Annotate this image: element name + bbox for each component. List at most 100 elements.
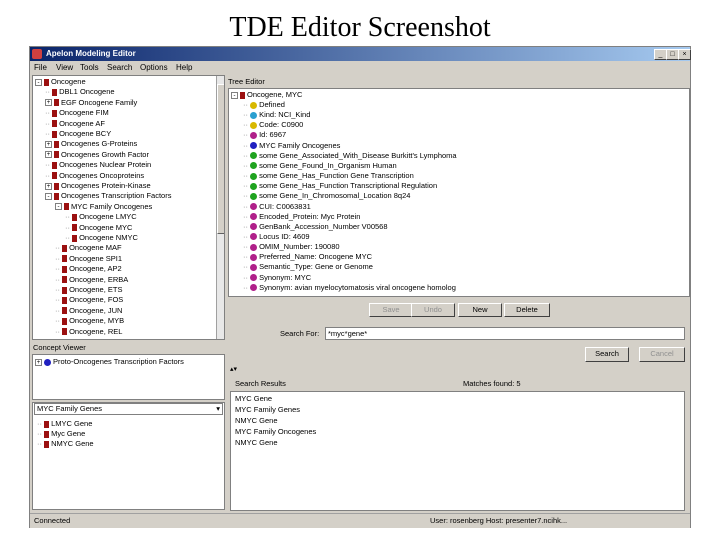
search-result-item[interactable]: NMYC Gene <box>235 438 278 448</box>
tree-editor-item[interactable]: ·· Defined <box>243 100 285 110</box>
tree-item[interactable]: ·· Oncogene, MYB <box>55 316 124 326</box>
tree-item[interactable]: ·· Oncogene, AP2 <box>55 264 122 274</box>
tree-item[interactable]: ·· Oncogene, FOS <box>55 295 123 305</box>
tree-editor-item[interactable]: ·· Id: 6967 <box>243 130 286 140</box>
tree-connector-icon: ·· <box>55 253 63 263</box>
tree-item[interactable]: ·· Oncogene, REL <box>55 327 122 337</box>
new-button[interactable]: New <box>458 303 502 317</box>
cancel-button[interactable]: Cancel <box>639 347 685 362</box>
tree-editor-item[interactable]: ·· some Gene_Associated_With_Disease Bur… <box>243 151 457 161</box>
collapse-icon[interactable]: - <box>231 91 238 99</box>
expand-icon[interactable]: + <box>45 99 52 107</box>
tree-item[interactable]: ·· Oncogene, JUN <box>55 306 122 316</box>
tree-editor-item[interactable]: ·· Locus ID: 4609 <box>243 232 310 242</box>
search-result-item[interactable]: MYC Family Genes <box>235 405 300 415</box>
collapse-icon[interactable]: - <box>35 78 42 86</box>
family-list-item[interactable]: ·· NMYC Gene <box>37 439 94 449</box>
tree-item[interactable]: ·· Oncogene, ERBA <box>55 275 128 285</box>
menu-search[interactable]: Search <box>107 63 132 73</box>
menu-tools[interactable]: Tools <box>80 63 99 73</box>
tree-editor-item[interactable]: ·· some Gene_Has_Function Transcriptiona… <box>243 181 437 191</box>
tree-editor-item[interactable]: ·· Semantic_Type: Gene or Genome <box>243 262 373 272</box>
chevron-down-icon[interactable]: ▾ <box>216 404 220 414</box>
tree-item[interactable]: ·· Oncogene LMYC <box>65 212 137 222</box>
tree-editor-item[interactable]: ·· Preferred_Name: Oncogene MYC <box>243 252 372 262</box>
tree-item[interactable]: ·· DBL1 Oncogene <box>45 87 115 97</box>
tree-item[interactable]: ·· Oncogene MYC <box>65 223 132 233</box>
tree-editor-item-label: some Gene_Found_In_Organism Human <box>259 160 397 170</box>
tree-item[interactable]: ·· Oncogenes Oncoproteins <box>45 171 144 181</box>
tree-editor-item[interactable]: ·· some Gene_Found_In_Organism Human <box>243 161 397 171</box>
tree-item[interactable]: ·· Oncogene AF <box>45 119 105 129</box>
tree-editor[interactable]: - Oncogene, MYC ·· Defined ·· Kind: NCI_Ki… <box>228 88 690 297</box>
tree-editor-item[interactable]: ·· some Gene_Has_Function Gene Transcrip… <box>243 171 414 181</box>
close-button[interactable]: × <box>678 49 691 60</box>
tree-item[interactable]: - Oncogenes Transcription Factors <box>45 191 171 201</box>
tree-item[interactable]: ·· Oncogene MAF <box>55 243 122 253</box>
expand-icon[interactable]: + <box>45 140 52 148</box>
tree-editor-item[interactable]: ·· Synonym: MYC <box>243 273 311 283</box>
save-button[interactable]: Save <box>369 303 413 317</box>
collapse-icon[interactable]: + <box>35 358 42 366</box>
tree-editor-item[interactable]: ·· Kind: NCI_Kind <box>243 110 310 120</box>
tree-scroll-thumb[interactable] <box>217 84 224 234</box>
collapse-icon[interactable]: - <box>45 192 52 200</box>
property-icon <box>250 243 258 251</box>
tree-editor-item[interactable]: ·· OMIM_Number: 190080 <box>243 242 340 252</box>
tree-editor-item[interactable]: ·· Synonym: avian myelocytomatosis viral… <box>243 283 456 293</box>
tree-item[interactable]: ·· Oncogene FIM <box>45 108 109 118</box>
tree-connector-icon: ·· <box>37 439 45 448</box>
expand-icon[interactable]: + <box>45 151 52 159</box>
tree-connector-icon: ·· <box>45 118 53 128</box>
family-select[interactable]: MYC Family Genes ▾ <box>34 403 223 415</box>
search-results[interactable]: MYC Gene MYC Family Genes NMYC Gene MYC Fam… <box>230 391 685 511</box>
tree-editor-item[interactable]: ·· GenBank_Accession_Number V00568 <box>243 222 388 232</box>
delete-button[interactable]: Delete <box>504 303 550 317</box>
tree-item[interactable]: ·· Oncogenes Nuclear Protein <box>45 160 151 170</box>
tree-item[interactable]: - MYC Family Oncogenes <box>55 202 152 212</box>
folder-icon <box>52 130 58 138</box>
tree-item[interactable]: ·· Oncogene, ETS <box>55 285 122 295</box>
tree-item[interactable]: ·· Oncogene BCY <box>45 129 111 139</box>
menu-file[interactable]: File <box>34 63 47 73</box>
property-icon <box>250 263 258 271</box>
tree-editor-root[interactable]: - Oncogene, MYC <box>231 90 302 100</box>
undo-button[interactable]: Undo <box>411 303 455 317</box>
family-list-label: LMYC Gene <box>51 419 93 428</box>
hierarchy-tree[interactable]: - Oncogene ·· DBL1 Oncogene + EGF Oncogene F… <box>32 75 225 340</box>
expand-icon[interactable]: + <box>45 182 52 190</box>
tree-editor-item-label: Id: 6967 <box>259 130 287 140</box>
tree-editor-item[interactable]: ·· MYC Family Oncogenes <box>243 141 340 151</box>
search-button[interactable]: Search <box>585 347 629 362</box>
tree-editor-item[interactable]: ·· Encoded_Protein: Myc Protein <box>243 212 360 222</box>
tree-item[interactable]: ·· Oncogene SPI1 <box>55 254 122 264</box>
tree-editor-item[interactable]: ·· some Gene_In_Chromosomal_Location 8q2… <box>243 191 410 201</box>
tree-editor-item-label: Locus ID: 4609 <box>259 231 310 241</box>
window-titlebar[interactable]: Apelon Modeling Editor _ □ × <box>30 47 691 61</box>
search-result-item[interactable]: MYC Gene <box>235 394 272 404</box>
search-result-item[interactable]: NMYC Gene <box>235 416 278 426</box>
splitter-arrows-icon[interactable]: ▴▾ <box>230 365 237 375</box>
tree-editor-item[interactable]: ·· Code: C0900 <box>243 120 303 130</box>
matches-label: Matches found: 5 <box>463 379 521 388</box>
menu-help[interactable]: Help <box>176 63 192 73</box>
tree-item[interactable]: - Oncogene <box>35 77 86 87</box>
tree-item[interactable]: ·· Oncogene NMYC <box>65 233 138 243</box>
tree-item[interactable]: + Oncogenes Growth Factor <box>45 150 149 160</box>
family-list-item[interactable]: ·· LMYC Gene <box>37 419 92 429</box>
tree-scrollbar[interactable] <box>216 76 224 339</box>
tree-item[interactable]: + EGF Oncogene Family <box>45 98 137 108</box>
tree-connector-icon: ·· <box>55 264 63 274</box>
menu-view[interactable]: View <box>56 63 73 73</box>
concept-viewer-item[interactable]: + Proto-Oncogenes Transcription Factors <box>35 357 184 367</box>
property-icon <box>250 223 258 231</box>
collapse-icon[interactable]: - <box>55 203 62 211</box>
menu-options[interactable]: Options <box>140 63 168 73</box>
tree-item[interactable]: + Oncogenes G-Proteins <box>45 139 137 149</box>
search-result-item[interactable]: MYC Family Oncogenes <box>235 427 316 437</box>
search-input[interactable]: *myc*gene* <box>325 327 685 340</box>
tree-editor-item[interactable]: ·· CUI: C0063831 <box>243 202 311 212</box>
tree-item[interactable]: + Oncogenes Protein-Kinase <box>45 181 151 191</box>
tree-item-label: Oncogene NMYC <box>79 233 138 242</box>
family-list-item[interactable]: ·· Myc Gene <box>37 429 85 439</box>
